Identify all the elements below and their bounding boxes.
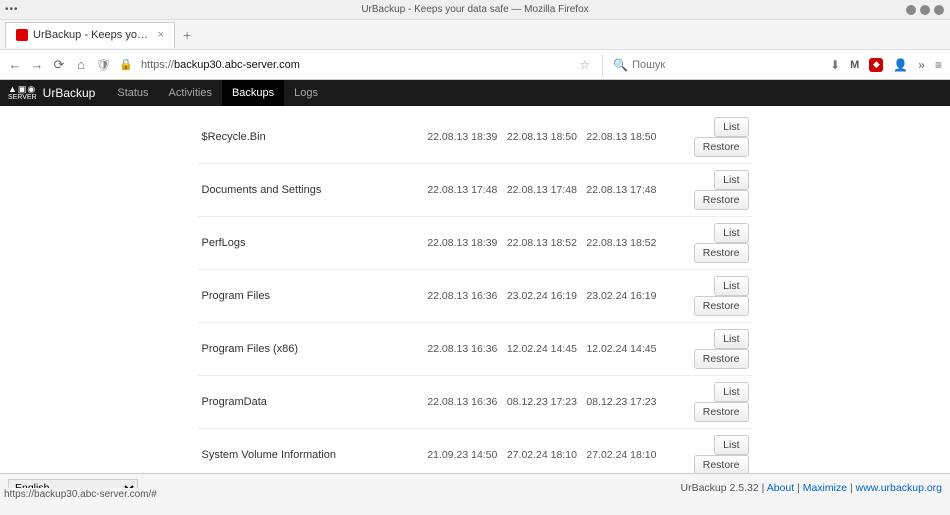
restore-button[interactable]: Restore	[694, 455, 749, 475]
overflow-icon[interactable]: »	[918, 58, 925, 72]
file-date-1: 22.08.13 16:36	[423, 323, 503, 376]
table-row: $Recycle.Bin22.08.13 18:3922.08.13 18:50…	[198, 111, 753, 164]
list-button[interactable]: List	[714, 223, 748, 243]
list-button[interactable]: List	[714, 170, 748, 190]
close-icon[interactable]: ×	[158, 29, 164, 41]
files-table: $Recycle.Bin22.08.13 18:3922.08.13 18:50…	[198, 111, 753, 501]
file-date-2: 22.08.13 18:50	[502, 111, 582, 164]
file-date-3: 22.08.13 18:52	[582, 217, 662, 270]
restore-button[interactable]: Restore	[694, 349, 749, 369]
file-name: PerfLogs	[198, 217, 368, 270]
file-name: Program Files	[198, 270, 368, 323]
file-date-3: 23.02.24 16:19	[582, 270, 662, 323]
file-size	[367, 111, 423, 164]
brand-name: UrBackup	[43, 86, 96, 100]
back-button[interactable]: ←	[8, 57, 22, 72]
lock-icon[interactable]: 🔒	[119, 58, 133, 71]
window-title: UrBackup - Keeps your data safe — Mozill…	[361, 4, 588, 15]
main-content: $Recycle.Bin22.08.13 18:3922.08.13 18:50…	[0, 106, 950, 501]
restore-button[interactable]: Restore	[694, 296, 749, 316]
file-date-3: 22.08.13 18:50	[582, 111, 662, 164]
menu-icon[interactable]: ≡	[935, 58, 942, 72]
nav-logs[interactable]: Logs	[284, 80, 328, 106]
home-button[interactable]: ⌂	[74, 57, 88, 72]
search-input[interactable]	[632, 59, 812, 71]
window-minimize-icon[interactable]	[906, 5, 916, 15]
file-date-2: 08.12.23 17:23	[502, 376, 582, 429]
shield-icon[interactable]: 🛡	[96, 58, 111, 72]
favicon-icon	[16, 29, 28, 41]
file-name: ProgramData	[198, 376, 368, 429]
nav-status[interactable]: Status	[107, 80, 158, 106]
file-date-2: 22.08.13 17:48	[502, 164, 582, 217]
reload-button[interactable]: ⟳	[52, 57, 66, 73]
nav-backups[interactable]: Backups	[222, 80, 284, 106]
table-row: Program Files22.08.13 16:3623.02.24 16:1…	[198, 270, 753, 323]
file-name: Documents and Settings	[198, 164, 368, 217]
file-size	[367, 217, 423, 270]
search-icon: 🔍	[613, 58, 628, 72]
file-name: $Recycle.Bin	[198, 111, 368, 164]
maximize-link[interactable]: Maximize	[803, 482, 847, 494]
site-link[interactable]: www.urbackup.org	[856, 482, 942, 494]
file-name: Program Files (x86)	[198, 323, 368, 376]
about-link[interactable]: About	[767, 482, 794, 494]
file-date-2: 22.08.13 18:52	[502, 217, 582, 270]
forward-button[interactable]: →	[30, 57, 44, 72]
app-navbar: ▲▣◉ SERVER UrBackup Status Activities Ba…	[0, 80, 950, 106]
table-row: PerfLogs22.08.13 18:3922.08.13 18:5222.0…	[198, 217, 753, 270]
file-date-2: 23.02.24 16:19	[502, 270, 582, 323]
window-maximize-icon[interactable]	[920, 5, 930, 15]
file-size	[367, 323, 423, 376]
file-date-1: 22.08.13 17:48	[423, 164, 503, 217]
mail-icon[interactable]: M	[850, 59, 859, 71]
file-date-1: 22.08.13 18:39	[423, 217, 503, 270]
file-size	[367, 164, 423, 217]
list-button[interactable]: List	[714, 329, 748, 349]
table-row: Documents and Settings22.08.13 17:4822.0…	[198, 164, 753, 217]
restore-button[interactable]: Restore	[694, 402, 749, 422]
downloads-icon[interactable]: ⬇	[830, 58, 840, 72]
file-date-1: 22.08.13 16:36	[423, 376, 503, 429]
list-button[interactable]: List	[714, 117, 748, 137]
restore-button[interactable]: Restore	[694, 137, 749, 157]
new-tab-button[interactable]: +	[183, 27, 191, 43]
account-icon[interactable]: 👤	[893, 58, 908, 72]
browser-toolbar: ← → ⟳ ⌂ 🛡 🔒 https://backup30.abc-server.…	[0, 50, 950, 80]
list-button[interactable]: List	[714, 382, 748, 402]
brand[interactable]: ▲▣◉ SERVER UrBackup	[8, 85, 95, 101]
address-bar[interactable]: https://backup30.abc-server.com	[141, 59, 571, 71]
browser-tab[interactable]: UrBackup - Keeps your dat... ×	[5, 22, 175, 48]
file-date-1: 22.08.13 16:36	[423, 270, 503, 323]
nav-activities[interactable]: Activities	[159, 80, 222, 106]
window-titlebar: ••• UrBackup - Keeps your data safe — Mo…	[0, 0, 950, 20]
bookmark-star-icon[interactable]: ☆	[579, 58, 590, 72]
tab-title: UrBackup - Keeps your dat...	[33, 29, 153, 41]
file-date-3: 08.12.23 17:23	[582, 376, 662, 429]
file-size	[367, 270, 423, 323]
file-size	[367, 376, 423, 429]
table-row: ProgramData22.08.13 16:3608.12.23 17:230…	[198, 376, 753, 429]
table-row: Program Files (x86)22.08.13 16:3612.02.2…	[198, 323, 753, 376]
file-date-3: 12.02.24 14:45	[582, 323, 662, 376]
browser-tabbar: UrBackup - Keeps your dat... × +	[0, 20, 950, 50]
restore-button[interactable]: Restore	[694, 190, 749, 210]
status-bar: https://backup30.abc-server.com/#	[0, 488, 161, 501]
file-date-1: 22.08.13 18:39	[423, 111, 503, 164]
list-button[interactable]: List	[714, 435, 748, 455]
list-button[interactable]: List	[714, 276, 748, 296]
adblock-icon[interactable]: ◆	[869, 58, 883, 72]
window-close-icon[interactable]	[934, 5, 944, 15]
brand-logo-icon: ▲▣◉ SERVER	[8, 85, 37, 101]
file-date-3: 22.08.13 17:48	[582, 164, 662, 217]
restore-button[interactable]: Restore	[694, 243, 749, 263]
search-box[interactable]: 🔍	[602, 54, 822, 76]
file-date-2: 12.02.24 14:45	[502, 323, 582, 376]
menu-dots-icon[interactable]: •••	[5, 4, 19, 15]
version-label: UrBackup 2.5.32	[681, 482, 759, 494]
